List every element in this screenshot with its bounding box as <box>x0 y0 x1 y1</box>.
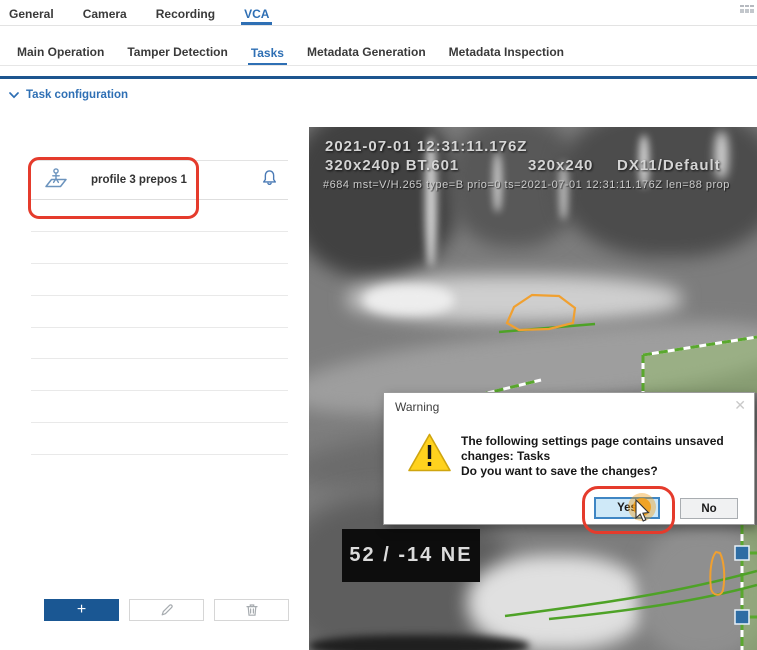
section-title: Task configuration <box>26 89 128 101</box>
dialog-message: The following settings page contains uns… <box>461 434 754 479</box>
task-row-empty <box>31 391 288 423</box>
edit-task-button[interactable] <box>129 599 204 621</box>
compass-overlay: 52 / -14 NE <box>342 529 480 582</box>
task-row-empty <box>31 423 288 455</box>
osd-timestamp: 2021-07-01 12:31:11.176Z <box>325 138 527 155</box>
grid-icon[interactable] <box>740 1 755 19</box>
tab-metadata-generation[interactable]: Metadata Generation <box>304 40 429 65</box>
delete-task-button[interactable] <box>214 599 289 621</box>
tab-metadata-inspection[interactable]: Metadata Inspection <box>446 40 567 65</box>
dialog-message-line1: The following settings page contains uns… <box>461 434 754 464</box>
vca-settings-page: General Camera Recording VCA Main Operat… <box>0 0 757 650</box>
task-configuration-header[interactable]: Task configuration <box>9 89 128 101</box>
pencil-icon <box>159 602 175 618</box>
osd-display-size: 320x240 <box>528 157 593 174</box>
nav-vca[interactable]: VCA <box>241 2 272 25</box>
yes-button[interactable]: Yes <box>594 497 660 519</box>
dialog-title: Warning <box>395 400 439 414</box>
top-navigation: General Camera Recording VCA <box>0 0 757 26</box>
trash-icon <box>244 602 260 618</box>
task-row-empty <box>31 359 288 391</box>
tab-main-operation[interactable]: Main Operation <box>14 40 107 65</box>
scene-bright-car <box>467 555 647 650</box>
tab-tasks[interactable]: Tasks <box>248 41 287 66</box>
dialog-close-icon[interactable]: ✕ <box>734 397 746 414</box>
scene-parked-cars <box>364 285 454 315</box>
task-row-empty <box>31 232 288 264</box>
osd-resolution: 320x240p BT.601 <box>325 157 459 174</box>
task-row-empty <box>31 200 288 232</box>
vca-sub-navigation: Main Operation Tamper Detection Tasks Me… <box>0 37 757 66</box>
scene-bottom-strip <box>309 635 529 650</box>
task-row-empty <box>31 328 288 360</box>
nav-general[interactable]: General <box>6 2 57 25</box>
nav-recording[interactable]: Recording <box>153 2 218 25</box>
task-row-label: profile 3 prepos 1 <box>91 174 187 186</box>
warning-dialog: Warning ✕ The following settings page co… <box>383 392 755 525</box>
osd-frame-info: #684 mst=V/H.265 type=B prio=0 ts=2021-0… <box>323 179 730 191</box>
chevron-down-icon <box>9 92 19 99</box>
add-task-button[interactable]: + <box>44 599 119 621</box>
task-row-empty <box>31 296 288 328</box>
osd-stream-info: 320x240p BT.601 320x240 DX11/Default <box>325 157 757 173</box>
task-row-empty <box>31 264 288 296</box>
dialog-message-line2: Do you want to save the changes? <box>461 464 754 479</box>
tab-tamper-detection[interactable]: Tamper Detection <box>124 40 230 65</box>
warning-triangle-icon <box>407 432 452 478</box>
no-button[interactable]: No <box>680 498 738 519</box>
object-in-field-icon <box>43 167 69 194</box>
nav-camera[interactable]: Camera <box>80 2 130 25</box>
video-preview: 2021-07-01 12:31:11.176Z 320x240p BT.601… <box>309 127 757 650</box>
section-divider-bar <box>0 76 757 79</box>
bell-icon[interactable] <box>261 169 278 191</box>
task-list-toolbar: + <box>44 599 289 621</box>
osd-renderer: DX11/Default <box>617 157 721 174</box>
scene-ground <box>639 525 757 650</box>
task-row-1[interactable]: profile 3 prepos 1 <box>31 160 288 200</box>
task-list-empty-slots <box>31 200 288 455</box>
